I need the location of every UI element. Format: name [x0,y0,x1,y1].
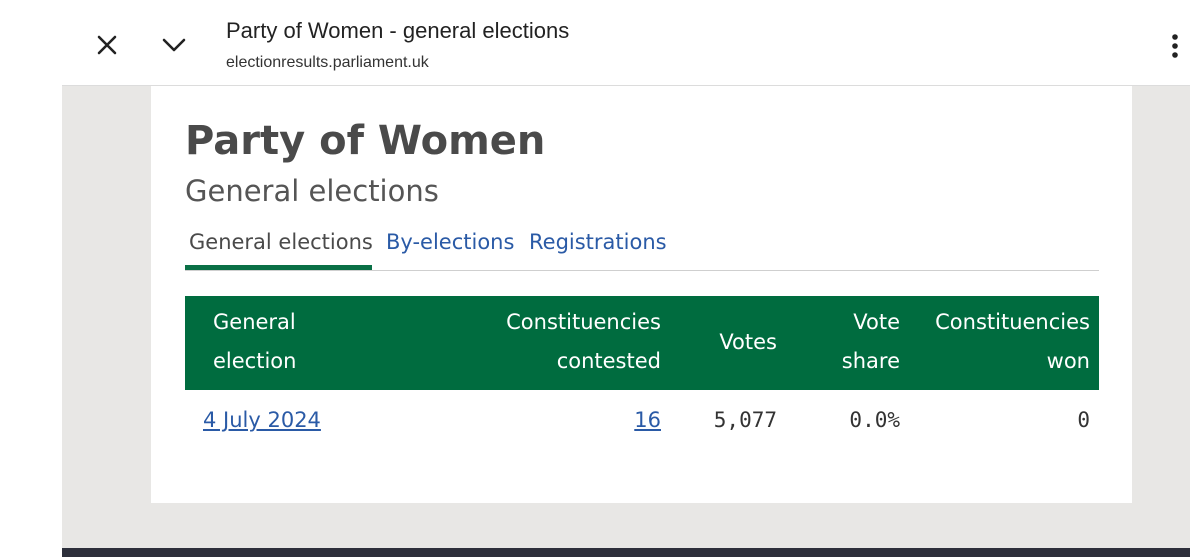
party-heading: Party of Women [185,118,546,164]
bottom-bar [62,548,1190,557]
cell-constituencies-won: 0 [1077,408,1090,432]
tab-bar: General elections By-elections Registrat… [185,224,1099,271]
web-content: Party of Women General elections General… [62,86,1190,548]
content-card: Party of Women General elections General… [151,86,1132,503]
close-icon[interactable] [87,25,127,65]
page-title: Party of Women - general elections [226,18,570,43]
tab-registrations[interactable]: Registrations [529,230,667,254]
page-url: electionresults.parliament.uk [226,54,429,71]
header-text: share [841,349,900,373]
left-gutter [0,0,62,557]
active-tab-indicator [185,265,372,270]
chevron-down-icon[interactable] [154,25,194,65]
results-table: General election Constituencies conteste… [185,296,1099,450]
header-text: election [213,349,297,373]
header-text: won [1046,349,1090,373]
header-text: Constituencies [506,310,661,334]
header-general-election: General election [185,296,432,390]
header-constituencies-contested: Constituencies contested [432,296,670,390]
tab-by-elections[interactable]: By-elections [386,230,514,254]
custom-tab-toolbar: Party of Women - general elections elect… [62,8,1190,86]
election-date-link[interactable]: 4 July 2024 [203,408,321,432]
header-constituencies-won: Constituencies won [909,296,1099,390]
header-votes: Votes [670,296,786,390]
header-text: Vote [853,310,900,334]
cell-general-election: 4 July 2024 [185,390,432,450]
right-gutter [1190,0,1200,557]
header-text: General [213,310,296,334]
constituencies-contested-link[interactable]: 16 [634,408,661,432]
cell-votes: 5,077 [713,408,777,432]
page-subtitle: General elections [185,174,439,208]
header-text: Votes [719,329,777,354]
status-bar [62,0,1190,8]
header-vote-share: Vote share [786,296,909,390]
cell-constituencies-contested: 16 [432,390,670,450]
tab-general-elections[interactable]: General elections [189,230,373,254]
cell-vote-share: 0.0% [849,408,900,432]
header-text: Constituencies [935,310,1090,334]
header-text: contested [556,349,661,373]
table-row: 4 July 2024 16 5,077 0.0% 0 [185,390,1099,450]
table-header-row: General election Constituencies conteste… [185,296,1099,390]
more-vert-icon[interactable] [1155,26,1195,66]
